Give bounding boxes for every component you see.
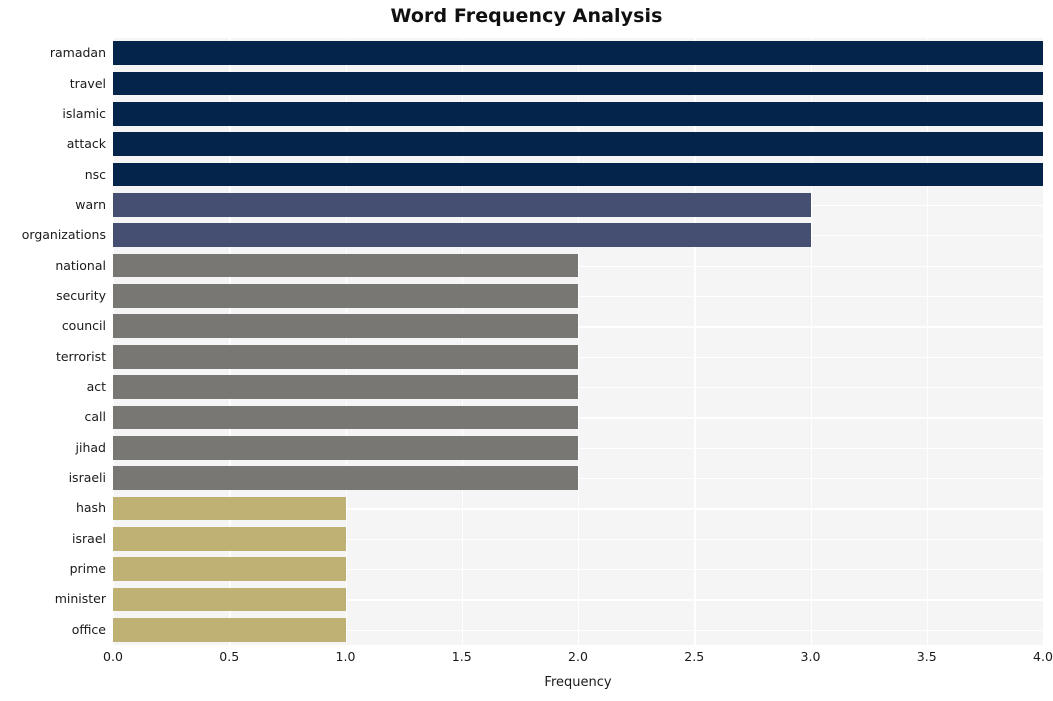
bar (113, 375, 578, 399)
y-axis-tick-label: council (61, 318, 106, 334)
plot-area (113, 38, 1045, 645)
vertical-gridline (1043, 38, 1045, 645)
y-axis-tick-label: office (71, 621, 106, 637)
x-axis-tick-label: 1.0 (335, 649, 356, 664)
y-axis-tick-label: minister (54, 591, 106, 607)
x-axis-tick-label: 2.0 (568, 649, 588, 664)
bar (113, 41, 1043, 65)
y-axis-tick-label: attack (66, 136, 106, 152)
x-axis-title: Frequency (544, 675, 612, 690)
bar (113, 587, 346, 612)
bar (113, 71, 1043, 96)
bar (113, 314, 578, 339)
y-axis-tick-label: call (84, 409, 106, 425)
y-axis-tick-label: security (56, 287, 106, 303)
x-axis-tick-label: 0.0 (103, 649, 123, 664)
x-axis-tick-labels: 0.0 0.5 1.0 1.5 2.0 2.5 3.0 3.5 4.0 (103, 649, 1053, 669)
y-axis-tick-label: prime (69, 561, 106, 577)
y-axis-tick-label: islamic (62, 105, 106, 121)
x-axis-tick-label: 4.0 (1033, 649, 1053, 664)
y-axis-tick-label: travel (69, 75, 106, 91)
bar (113, 102, 1043, 126)
bar (113, 496, 346, 521)
bar (113, 253, 578, 278)
bar (113, 162, 1043, 187)
y-axis-tick-label: national (55, 257, 106, 273)
y-axis-tick-label: israeli (68, 470, 106, 486)
x-axis-tick-label: 0.5 (219, 649, 240, 664)
bar (113, 284, 578, 308)
bar (113, 617, 346, 642)
y-axis-tick-label: israel (72, 530, 106, 546)
bar-series (113, 38, 1043, 645)
x-axis-tick-label: 2.5 (684, 649, 705, 664)
bar (113, 193, 811, 217)
y-axis-tick-label: act (86, 379, 106, 395)
bar (113, 557, 346, 581)
y-axis-tick-label: hash (75, 500, 106, 516)
y-axis-tick-label: organizations (21, 227, 106, 243)
y-axis-tick-label: nsc (84, 166, 106, 182)
bar (113, 223, 811, 248)
y-axis-tick-label: ramadan (49, 45, 106, 61)
y-axis-tick-label: terrorist (55, 348, 106, 364)
y-axis-tick-label: warn (75, 196, 106, 212)
bar (113, 405, 578, 430)
bar (113, 435, 578, 460)
x-axis-tick-label: 1.5 (451, 649, 472, 664)
bar (113, 344, 578, 369)
x-axis-tick-label: 3.0 (800, 649, 821, 664)
bar (113, 526, 346, 551)
bar (113, 132, 1043, 157)
chart-title: Word Frequency Analysis (390, 5, 663, 27)
y-axis-tick-labels: ramadan travel islamic attack nsc warn organiz… (0, 38, 106, 645)
x-axis-tick-label: 3.5 (916, 649, 937, 664)
y-axis-tick-label: jihad (75, 439, 106, 455)
word-frequency-chart: Word Frequency Analysis ramadan travel isl… (0, 0, 1053, 701)
bar (113, 466, 578, 490)
